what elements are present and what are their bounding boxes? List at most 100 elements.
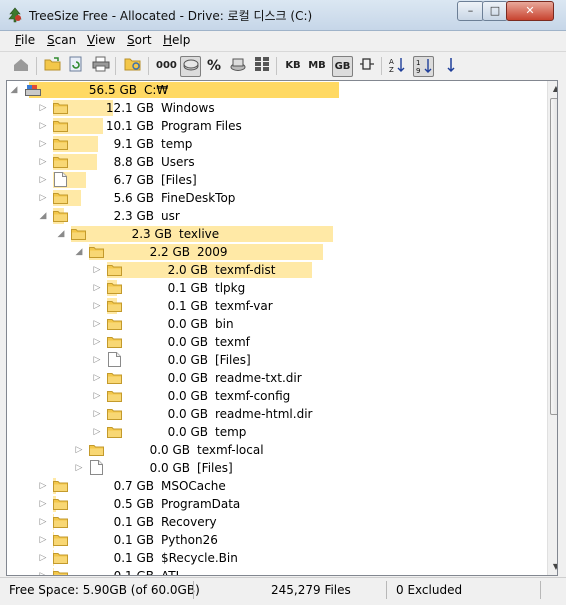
expand-icon[interactable]: ▷ <box>38 174 48 186</box>
expand-icon[interactable]: ▷ <box>38 102 48 114</box>
expand-icon[interactable]: ▷ <box>92 408 102 420</box>
minimize-button[interactable]: – <box>457 1 484 21</box>
expand-icon[interactable]: ▷ <box>38 120 48 132</box>
close-button[interactable]: ✕ <box>506 1 554 21</box>
tree-folder-row[interactable]: ▷ 0.1 GB Recovery <box>7 513 541 531</box>
row-size: 2.0 GB <box>167 263 208 277</box>
disk-view-icon[interactable] <box>180 56 201 77</box>
expand-icon[interactable]: ▷ <box>92 264 102 276</box>
expand-icon[interactable]: ▷ <box>92 300 102 312</box>
expand-icon[interactable]: ▷ <box>74 444 84 456</box>
expand-icon[interactable]: ▷ <box>38 138 48 150</box>
expand-icon[interactable]: ▷ <box>92 282 102 294</box>
tree-folder-row[interactable]: ▷ 0.0 GB bin <box>7 315 541 333</box>
tree-folder-row[interactable]: ▷ 9.1 GB temp <box>7 135 541 153</box>
tree-folder-row[interactable]: ▷ 0.1 GB texmf-var <box>7 297 541 315</box>
expand-icon[interactable]: ▷ <box>38 156 48 168</box>
row-name: readme-txt.dir <box>215 371 302 385</box>
folder-icon <box>107 372 122 384</box>
tree-folder-row[interactable]: ▷ 2.0 GB texmf-dist <box>7 261 541 279</box>
tree-folder-row[interactable]: ▷ 0.0 GB readme-txt.dir <box>7 369 541 387</box>
row-name: texmf <box>215 335 250 349</box>
explorer-folder-icon[interactable] <box>123 56 143 76</box>
row-name: MSOCache <box>161 479 226 493</box>
folder-icon <box>53 570 68 575</box>
expand-icon[interactable]: ▷ <box>74 462 84 474</box>
tree-folder-row[interactable]: ▷ 0.5 GB ProgramData <box>7 495 541 513</box>
tree-folder-row[interactable]: ▷ 5.6 GB FineDeskTop <box>7 189 541 207</box>
expand-icon[interactable]: ▷ <box>92 318 102 330</box>
directory-tree[interactable]: ◢ 56.5 GB C:₩ ▷ 12.1 GB Windows ▷ 10.1 GB Progra… <box>6 80 558 576</box>
collapse-icon[interactable]: ◢ <box>38 210 48 222</box>
expand-icon[interactable]: ▷ <box>38 570 48 575</box>
collapse-icon[interactable]: ◢ <box>9 84 19 96</box>
tree-folder-row[interactable]: ▷ 10.1 GB Program Files <box>7 117 541 135</box>
scroll-down-icon[interactable]: ▼ <box>548 559 557 575</box>
folder-icon <box>107 300 122 312</box>
expand-icon[interactable]: ▷ <box>92 336 102 348</box>
tree-folder-row[interactable]: ▷ 0.0 GB texmf-local <box>7 441 541 459</box>
collapse-icon[interactable]: ◢ <box>56 228 66 240</box>
tree-folder-row[interactable]: ▷ 0.0 GB texmf-config <box>7 387 541 405</box>
expand-icon[interactable]: ▷ <box>38 480 48 492</box>
tree-folder-row[interactable]: ▷ 0.1 GB ATI <box>7 567 541 575</box>
tree-file-row[interactable]: ▷ 6.7 GB [Files] <box>7 171 541 189</box>
disk-space-icon[interactable] <box>228 56 248 76</box>
tree-folder-row[interactable]: ▷ 0.1 GB Python26 <box>7 531 541 549</box>
maximize-button[interactable]: □ <box>482 1 508 21</box>
expand-icon[interactable]: ▷ <box>38 534 48 546</box>
expand-icon[interactable]: ▷ <box>92 354 102 366</box>
menu-sort[interactable]: Sort <box>127 33 152 47</box>
expand-icon[interactable]: ▷ <box>92 372 102 384</box>
tree-folder-row[interactable]: ▷ 0.1 GB tlpkg <box>7 279 541 297</box>
tree-folder-row[interactable]: ◢ 2.3 GB texlive <box>7 225 541 243</box>
percent-icon[interactable]: % <box>204 56 224 76</box>
details-grid-icon[interactable] <box>252 56 272 76</box>
menu-scan[interactable]: Scan <box>47 33 76 47</box>
unit-gb-button[interactable]: GB <box>332 56 353 77</box>
expand-icon[interactable]: ▷ <box>92 426 102 438</box>
open-folder-icon[interactable] <box>43 56 63 76</box>
tree-folder-row[interactable]: ◢ 2.3 GB usr <box>7 207 541 225</box>
sort-descending-icon[interactable] <box>441 56 461 76</box>
tree-folder-row[interactable]: ◢ 2.2 GB 2009 <box>7 243 541 261</box>
tree-folder-row[interactable]: ▷ 0.0 GB readme-html.dir <box>7 405 541 423</box>
row-size: 0.0 GB <box>167 335 208 349</box>
unit-mb-button[interactable]: MB <box>307 56 327 76</box>
unit-kb-button[interactable]: KB <box>283 56 303 76</box>
collapse-icon[interactable]: ◢ <box>74 246 84 258</box>
expand-icon[interactable]: ▷ <box>92 390 102 402</box>
tree-folder-row[interactable]: ▷ 0.0 GB temp <box>7 423 541 441</box>
tree-folder-row[interactable]: ▷ 8.8 GB Users <box>7 153 541 171</box>
auto-unit-icon[interactable] <box>357 56 377 76</box>
size-display-icon[interactable]: 000 <box>156 56 177 76</box>
sort-by-size-icon[interactable]: 19 <box>413 56 434 77</box>
tree-folder-row[interactable]: ▷ 0.7 GB MSOCache <box>7 477 541 495</box>
sort-by-name-icon[interactable]: AZ <box>387 56 407 76</box>
folder-icon <box>53 516 68 528</box>
expand-icon[interactable]: ▷ <box>38 192 48 204</box>
expand-icon[interactable]: ▷ <box>38 516 48 528</box>
expand-icon[interactable]: ▷ <box>38 498 48 510</box>
menu-view[interactable]: View <box>87 33 115 47</box>
tree-file-row[interactable]: ▷ 0.0 GB [Files] <box>7 351 541 369</box>
expand-icon[interactable]: ▷ <box>38 552 48 564</box>
vertical-scrollbar[interactable]: ▲ ▼ <box>547 81 557 575</box>
row-size: 0.0 GB <box>167 407 208 421</box>
scroll-up-icon[interactable]: ▲ <box>548 81 557 97</box>
tree-folder-row[interactable]: ▷ 0.0 GB texmf <box>7 333 541 351</box>
tree-folder-row[interactable]: ▷ 0.1 GB $Recycle.Bin <box>7 549 541 567</box>
tree-folder-row[interactable]: ▷ 12.1 GB Windows <box>7 99 541 117</box>
up-level-icon[interactable] <box>11 56 31 76</box>
row-size: 0.1 GB <box>113 533 154 547</box>
print-icon[interactable] <box>91 56 111 76</box>
row-name: [Files] <box>197 461 233 475</box>
row-size: 0.0 GB <box>167 389 208 403</box>
tree-root-row[interactable]: ◢ 56.5 GB C:₩ <box>7 81 541 99</box>
row-name: texlive <box>179 227 220 241</box>
refresh-icon[interactable] <box>66 56 86 76</box>
menu-file[interactable]: File <box>15 33 35 47</box>
menu-help[interactable]: Help <box>163 33 190 47</box>
scroll-thumb[interactable] <box>550 98 557 415</box>
tree-file-row[interactable]: ▷ 0.0 GB [Files] <box>7 459 541 477</box>
